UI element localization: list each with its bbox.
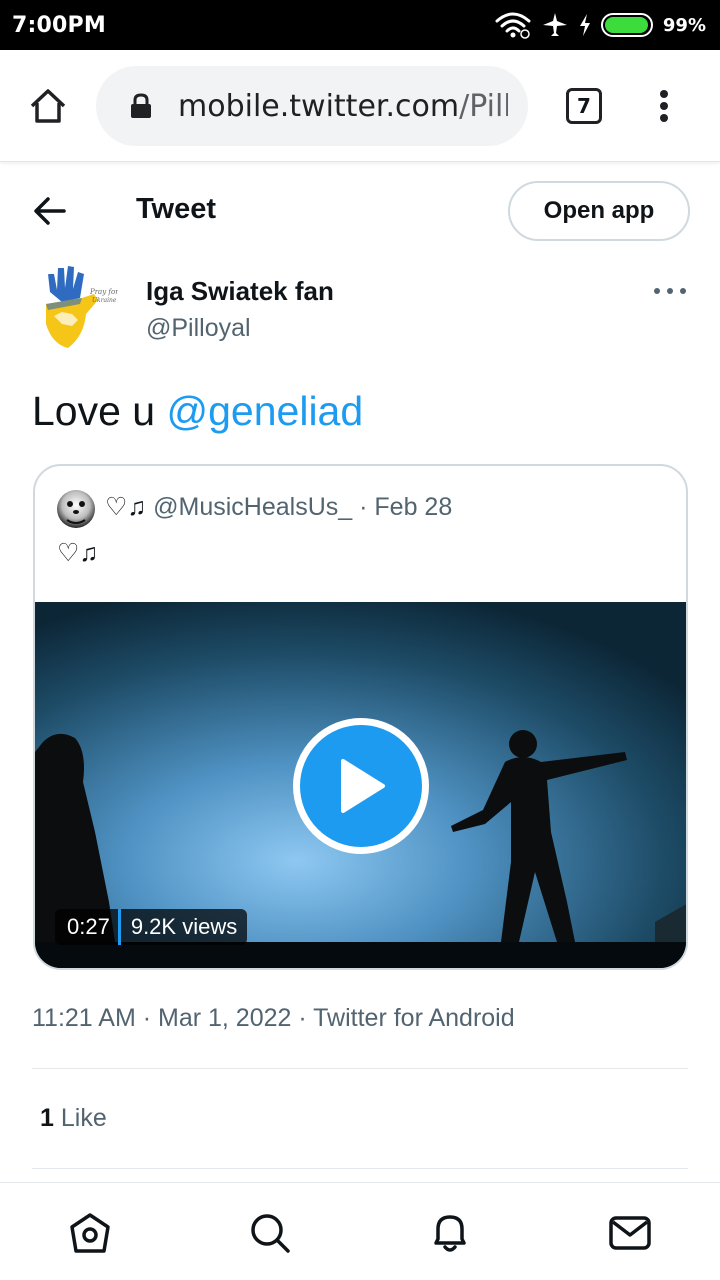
- author-handle[interactable]: @Pilloyal: [146, 314, 251, 343]
- messages-icon[interactable]: [608, 1211, 652, 1255]
- divider: [32, 1068, 688, 1069]
- home-icon[interactable]: [68, 1211, 112, 1255]
- play-icon: [341, 759, 385, 813]
- likes-label: Like: [60, 1104, 107, 1132]
- mention-link[interactable]: @geneliad: [167, 388, 364, 434]
- page-title: Tweet: [136, 193, 217, 225]
- status-icons: 99%: [495, 11, 706, 39]
- lock-icon: [131, 93, 151, 118]
- url-path: /Pilloyal: [459, 88, 508, 124]
- quote-text: ♡♫: [57, 539, 99, 567]
- browser-toolbar: mobile.twitter.com/Pilloyal 7: [0, 50, 720, 162]
- bottom-navigation: [0, 1182, 720, 1280]
- open-app-button[interactable]: Open app: [508, 181, 690, 241]
- airplane-icon: [542, 13, 567, 36]
- likes-count: 1: [40, 1104, 54, 1132]
- author-avatar[interactable]: Pray for Ukraine: [32, 264, 122, 354]
- video-info-badge: 0:27 9.2K views: [55, 909, 248, 945]
- battery-fill: [604, 17, 649, 33]
- browser-home-icon[interactable]: [28, 86, 68, 126]
- quote-author-name: ♡♫: [105, 493, 147, 521]
- likes-summary[interactable]: 1 Like: [40, 1104, 107, 1133]
- author-name[interactable]: Iga Swiatek fan: [146, 276, 334, 307]
- status-bar: 7:00PM 99%: [0, 0, 720, 50]
- play-button[interactable]: [293, 718, 429, 854]
- quoted-tweet-card[interactable]: ♡♫ @MusicHealsUs_ · Feb 28 ♡♫ 0:27 9.2K …: [33, 464, 688, 970]
- quote-header: ♡♫ @MusicHealsUs_ · Feb 28: [105, 492, 452, 522]
- divider: [32, 1168, 688, 1169]
- tab-switcher-button[interactable]: 7: [566, 88, 602, 124]
- battery-percent: 99%: [662, 14, 706, 36]
- quote-author-avatar: [57, 490, 95, 528]
- video-player[interactable]: 0:27 9.2K views: [35, 602, 686, 968]
- more-options-icon[interactable]: [654, 284, 686, 298]
- video-views: 9.2K views: [130, 914, 238, 939]
- address-bar[interactable]: mobile.twitter.com/Pilloyal: [96, 66, 528, 146]
- back-arrow-icon[interactable]: [30, 193, 70, 229]
- tweet-timestamp[interactable]: 11:21 AM · Mar 1, 2022 · Twitter for And…: [32, 1004, 515, 1033]
- quote-author-handle: @MusicHealsUs_: [153, 493, 353, 521]
- wifi-icon: [495, 12, 531, 39]
- status-time: 7:00PM: [12, 12, 106, 38]
- panda-image: [57, 490, 95, 528]
- url-host: mobile.twitter.com: [178, 88, 460, 124]
- video-duration: 0:27: [67, 914, 110, 939]
- browser-menu-icon[interactable]: [652, 86, 676, 126]
- charging-icon: [579, 14, 590, 36]
- battery-icon: [600, 13, 653, 37]
- url-text: mobile.twitter.com/Pilloyal: [178, 89, 508, 124]
- tweet-text: Love u @geneliad: [32, 388, 363, 435]
- hand-flag-image: Pray for Ukraine: [32, 264, 122, 354]
- svg-text:Ukraine: Ukraine: [92, 297, 117, 304]
- svg-text:Pray for: Pray for: [89, 288, 119, 296]
- tweet-text-prefix: Love u: [32, 388, 167, 434]
- tweet-header: Tweet Open app: [0, 163, 720, 259]
- quote-date: · Feb 28: [359, 493, 453, 521]
- notifications-icon[interactable]: [428, 1211, 472, 1255]
- search-icon[interactable]: [248, 1211, 292, 1255]
